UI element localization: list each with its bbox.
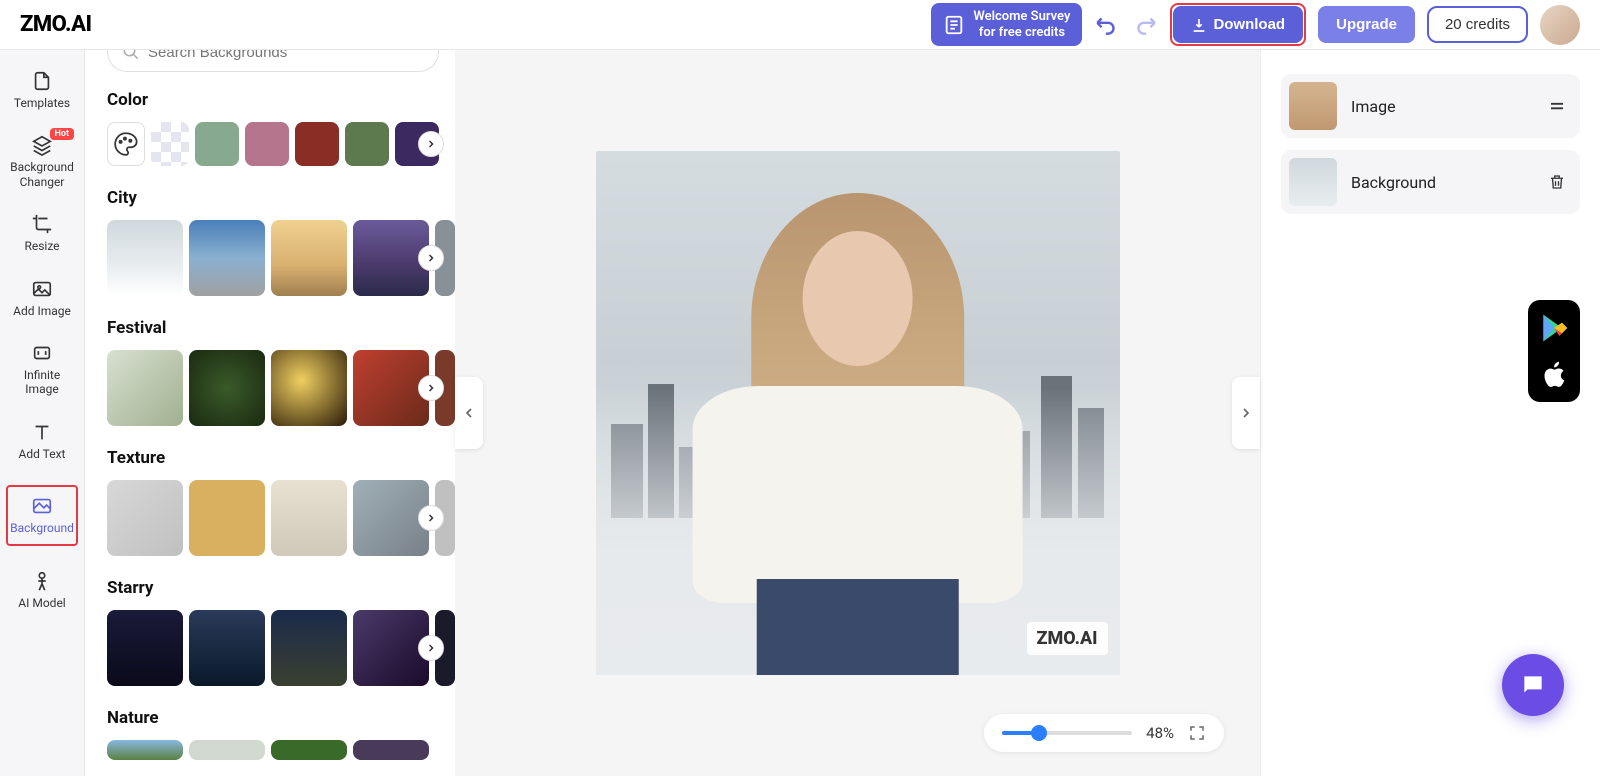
sidebar-item-add-image[interactable]: Add Image xyxy=(6,278,78,318)
trash-icon[interactable] xyxy=(1548,173,1566,191)
bg-thumb-texture[interactable] xyxy=(107,480,183,556)
section-city-title: City xyxy=(107,188,439,208)
fullscreen-icon[interactable] xyxy=(1188,724,1206,742)
text-icon xyxy=(31,421,53,443)
image-icon xyxy=(31,278,53,300)
drag-handle-icon[interactable] xyxy=(1548,97,1566,115)
apple-icon[interactable] xyxy=(1539,360,1569,390)
background-panel: Color City Festival xyxy=(85,50,455,776)
scroll-right-starry[interactable] xyxy=(418,635,444,661)
bg-thumb-nature[interactable] xyxy=(271,740,347,760)
search-backgrounds[interactable] xyxy=(107,50,439,72)
undo-icon[interactable] xyxy=(1094,12,1120,38)
bg-thumb-festival[interactable] xyxy=(271,350,347,426)
background-icon xyxy=(31,495,53,517)
zoom-percent: 48% xyxy=(1146,724,1174,742)
scroll-right-texture[interactable] xyxy=(418,505,444,531)
canvas-next-button[interactable] xyxy=(1232,377,1260,449)
sidebar-item-templates[interactable]: Templates xyxy=(6,70,78,110)
chevron-left-icon xyxy=(461,405,477,421)
bg-thumb-festival[interactable] xyxy=(189,350,265,426)
survey-line1: Welcome Survey xyxy=(973,9,1070,25)
bg-thumb-festival[interactable] xyxy=(107,350,183,426)
color-swatch[interactable] xyxy=(295,122,339,166)
side-toolbar: Templates Hot Background Changer Resize … xyxy=(0,50,85,776)
bg-thumb-city[interactable] xyxy=(189,220,265,296)
section-starry-title: Starry xyxy=(107,578,439,598)
bg-thumb-nature[interactable] xyxy=(107,740,183,760)
google-play-icon[interactable] xyxy=(1538,312,1570,344)
section-nature-title: Nature xyxy=(107,708,439,728)
welcome-survey-button[interactable]: Welcome Survey for free credits xyxy=(931,3,1082,46)
bg-thumb-starry[interactable] xyxy=(189,610,265,686)
bg-thumb-texture[interactable] xyxy=(271,480,347,556)
infinite-icon xyxy=(31,342,53,364)
palette-icon xyxy=(113,131,139,157)
search-input[interactable] xyxy=(148,50,424,61)
download-icon xyxy=(1191,17,1207,33)
color-swatch[interactable] xyxy=(195,122,239,166)
chevron-right-icon xyxy=(425,512,437,524)
bg-thumb-starry[interactable] xyxy=(107,610,183,686)
chevron-right-icon xyxy=(425,642,437,654)
layer-label: Image xyxy=(1351,97,1534,116)
sidebar-item-background-changer[interactable]: Hot Background Changer xyxy=(6,134,78,189)
download-highlight: Download xyxy=(1170,3,1306,46)
redo-icon[interactable] xyxy=(1132,12,1158,38)
layer-image[interactable]: Image xyxy=(1281,74,1580,138)
bg-thumb-city[interactable] xyxy=(107,220,183,296)
scroll-right-city[interactable] xyxy=(418,245,444,271)
topbar-right: Welcome Survey for free credits Download… xyxy=(931,3,1580,46)
bg-thumb-nature[interactable] xyxy=(353,740,429,760)
chevron-right-icon xyxy=(425,382,437,394)
canvas-image[interactable]: ZMO.AI xyxy=(596,151,1120,675)
color-swatch[interactable] xyxy=(345,122,389,166)
canvas-area: ZMO.AI 48% xyxy=(455,50,1260,776)
logo: ZMO.AI xyxy=(20,12,92,37)
canvas-prev-button[interactable] xyxy=(455,377,483,449)
sidebar-item-ai-model[interactable]: AI Model xyxy=(6,570,78,610)
section-festival-title: Festival xyxy=(107,318,439,338)
app-store-badges xyxy=(1528,300,1580,402)
canvas-watermark: ZMO.AI xyxy=(1027,622,1108,655)
avatar[interactable] xyxy=(1540,5,1580,45)
sidebar-item-infinite-image[interactable]: Infinite Image xyxy=(6,342,78,397)
bg-thumb-texture[interactable] xyxy=(189,480,265,556)
transparent-swatch[interactable] xyxy=(151,122,189,166)
sidebar-item-add-text[interactable]: Add Text xyxy=(6,421,78,461)
download-button[interactable]: Download xyxy=(1173,6,1303,43)
section-color-title: Color xyxy=(107,90,439,110)
person-icon xyxy=(31,570,53,592)
templates-icon xyxy=(31,70,53,92)
survey-line2: for free credits xyxy=(979,25,1065,41)
chevron-right-icon xyxy=(425,252,437,264)
chat-fab[interactable] xyxy=(1502,654,1564,716)
bg-thumb-nature[interactable] xyxy=(189,740,265,760)
color-picker-button[interactable] xyxy=(107,122,145,166)
chevron-right-icon xyxy=(1238,405,1254,421)
sidebar-item-resize[interactable]: Resize xyxy=(6,213,78,253)
color-swatch[interactable] xyxy=(245,122,289,166)
zoom-slider[interactable] xyxy=(1002,731,1132,735)
search-icon xyxy=(122,50,140,61)
credits-button[interactable]: 20 credits xyxy=(1427,6,1528,43)
sidebar-item-background[interactable]: Background xyxy=(6,485,78,545)
zoom-control: 48% xyxy=(984,714,1224,752)
top-bar: ZMO.AI Welcome Survey for free credits D… xyxy=(0,0,1600,50)
bg-thumb-city[interactable] xyxy=(271,220,347,296)
crop-icon xyxy=(31,213,53,235)
layer-label: Background xyxy=(1351,173,1534,192)
upgrade-button[interactable]: Upgrade xyxy=(1318,6,1415,43)
download-label: Download xyxy=(1213,16,1285,33)
scroll-right-festival[interactable] xyxy=(418,375,444,401)
slider-thumb[interactable] xyxy=(1031,725,1047,741)
scroll-right-color[interactable] xyxy=(418,131,444,157)
bg-thumb-starry[interactable] xyxy=(271,610,347,686)
section-texture-title: Texture xyxy=(107,448,439,468)
survey-icon xyxy=(943,14,965,36)
hot-badge: Hot xyxy=(50,128,74,140)
chevron-right-icon xyxy=(425,138,437,150)
layer-background[interactable]: Background xyxy=(1281,150,1580,214)
chat-icon xyxy=(1520,672,1546,698)
